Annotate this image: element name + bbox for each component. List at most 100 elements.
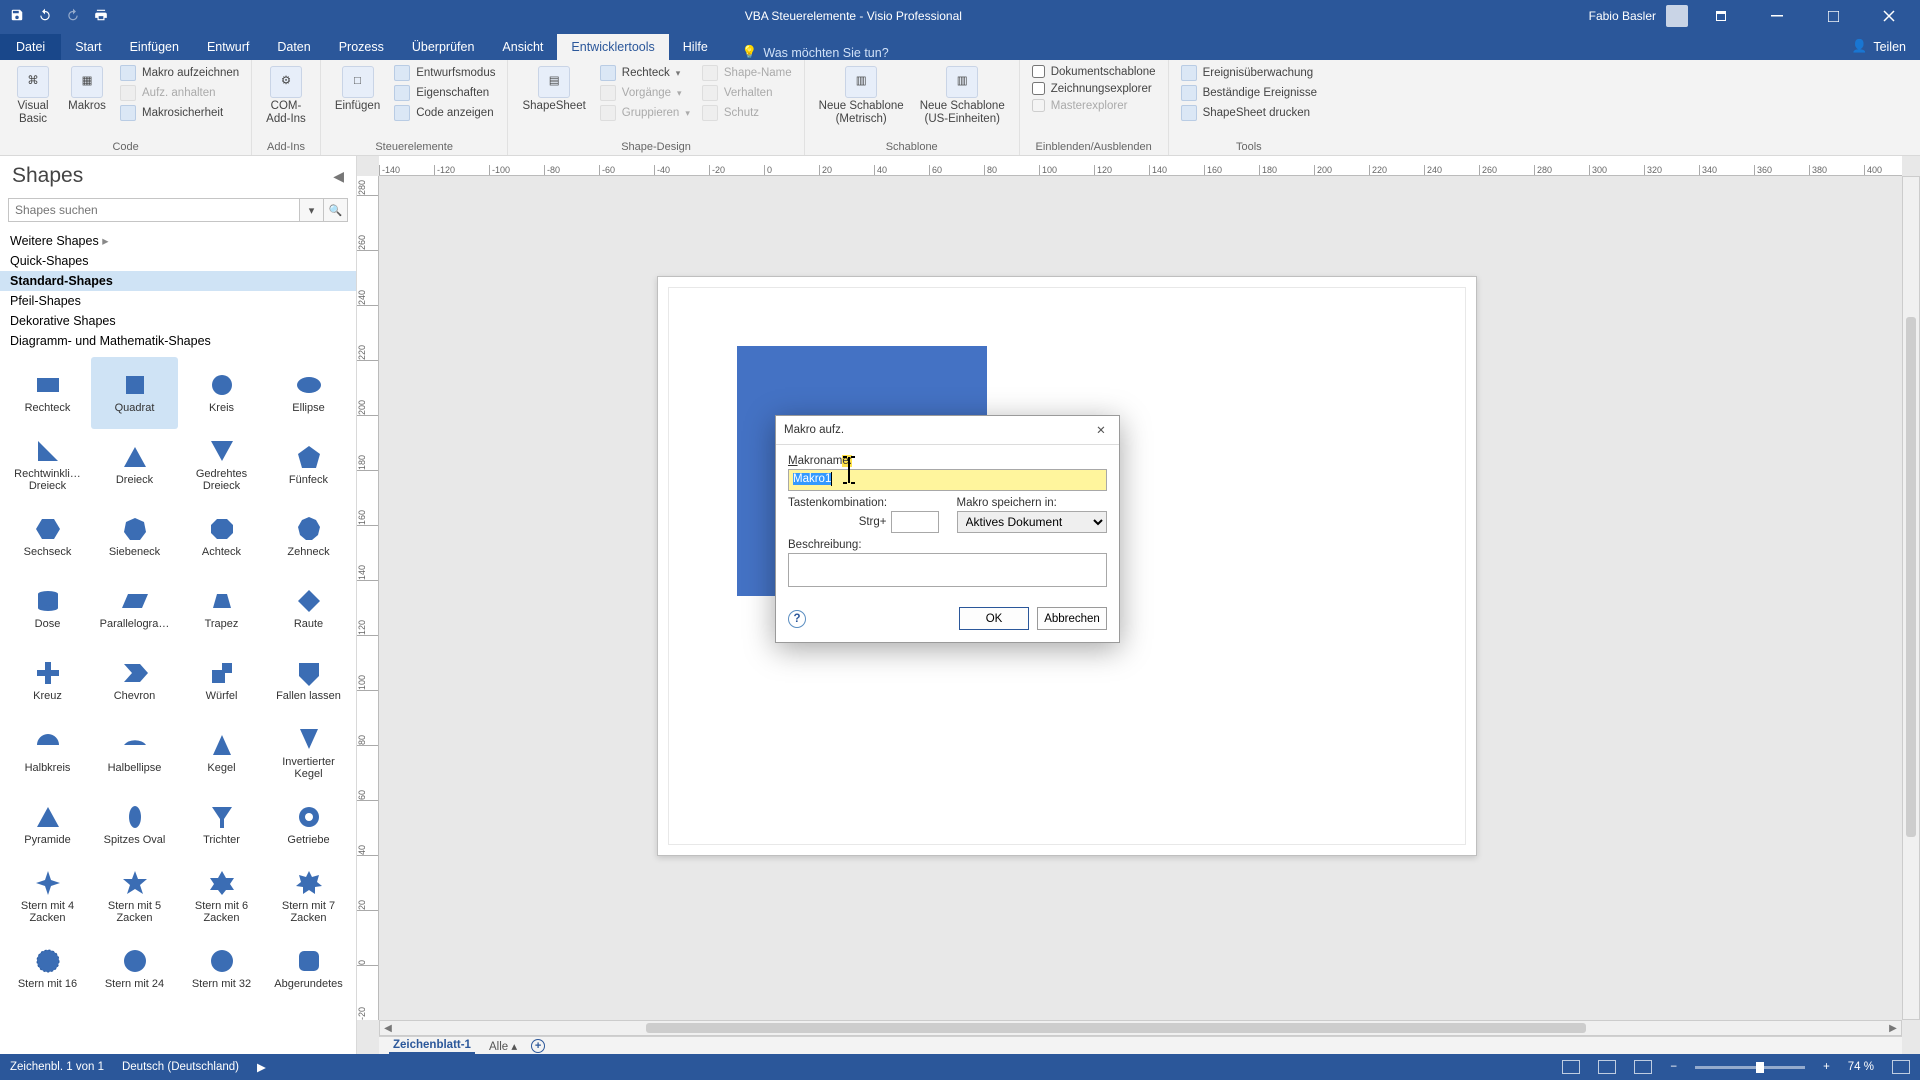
all-pages-button[interactable]: Alle ▴ [489, 1039, 517, 1053]
shape-item[interactable]: Sechseck [4, 501, 91, 573]
insert-control-button[interactable]: □Einfügen [331, 64, 384, 115]
shape-item[interactable]: Rechteck [4, 357, 91, 429]
cancel-button[interactable]: Abbrechen [1037, 607, 1107, 630]
shape-item[interactable]: Stern mit 5 Zacken [91, 861, 178, 933]
language-indicator[interactable]: Deutsch (Deutschland) [122, 1061, 239, 1073]
tab-design[interactable]: Entwurf [193, 34, 263, 60]
zoom-in-icon[interactable]: + [1823, 1061, 1830, 1073]
shape-category[interactable]: Weitere Shapes [0, 230, 356, 251]
shape-item[interactable]: Stern mit 24 [91, 933, 178, 1005]
tab-help[interactable]: Hilfe [669, 34, 722, 60]
add-page-button[interactable]: + [531, 1039, 545, 1053]
save-icon[interactable] [10, 8, 24, 25]
shape-item[interactable]: Rechtwinkli… Dreieck [4, 429, 91, 501]
shape-item[interactable]: Stern mit 32 [178, 933, 265, 1005]
tab-review[interactable]: Überprüfen [398, 34, 489, 60]
drawing-explorer-check[interactable]: Zeichnungsexplorer [1030, 81, 1158, 96]
maximize-icon[interactable] [1810, 0, 1856, 32]
shape-category[interactable]: Dekorative Shapes [0, 311, 356, 331]
dialog-close-icon[interactable]: ✕ [1091, 420, 1111, 440]
tab-insert[interactable]: Einfügen [116, 34, 193, 60]
print-icon[interactable] [94, 8, 108, 25]
new-stencil-us-button[interactable]: ▥Neue Schablone (US-Einheiten) [916, 64, 1009, 128]
macros-button[interactable]: ▦Makros [64, 64, 110, 115]
shape-category[interactable]: Pfeil-Shapes [0, 291, 356, 311]
com-addins-button[interactable]: ⚙COM- Add-Ins [262, 64, 310, 128]
presentation-mode-icon[interactable] [1562, 1060, 1580, 1074]
shape-item[interactable]: Quadrat [91, 357, 178, 429]
tab-process[interactable]: Prozess [325, 34, 398, 60]
shape-item[interactable]: Invertierter Kegel [265, 717, 352, 789]
tab-start[interactable]: Start [61, 34, 115, 60]
help-icon[interactable]: ? [788, 610, 806, 628]
print-shapesheet-button[interactable]: ShapeSheet drucken [1179, 104, 1319, 122]
view-code-button[interactable]: Code anzeigen [392, 104, 497, 122]
design-mode-button[interactable]: Entwurfsmodus [392, 64, 497, 82]
shape-item[interactable]: Halbellipse [91, 717, 178, 789]
fit-page-icon[interactable] [1598, 1060, 1616, 1074]
shape-item[interactable]: Raute [265, 573, 352, 645]
shape-item[interactable]: Dreieck [91, 429, 178, 501]
rectangle-tool-button[interactable]: Rechteck▾ [598, 64, 692, 82]
shape-item[interactable]: Ellipse [265, 357, 352, 429]
scrollbar-vertical[interactable] [1902, 176, 1920, 1020]
shortcut-key-input[interactable] [891, 511, 939, 533]
minimize-icon[interactable] [1754, 0, 1800, 32]
fullscreen-icon[interactable] [1892, 1060, 1910, 1074]
fit-width-icon[interactable] [1634, 1060, 1652, 1074]
macro-record-status-icon[interactable]: ▶ [257, 1060, 266, 1074]
shape-item[interactable]: Trichter [178, 789, 265, 861]
save-in-select[interactable]: Aktives Dokument [957, 511, 1108, 533]
shapesheet-button[interactable]: ▤ShapeSheet [518, 64, 589, 115]
shape-item[interactable]: Trapez [178, 573, 265, 645]
zoom-value[interactable]: 74 % [1848, 1061, 1874, 1073]
shape-item[interactable]: Zehneck [265, 501, 352, 573]
tell-me[interactable]: 💡 Was möchten Sie tun? [742, 45, 889, 60]
shape-item[interactable]: Halbkreis [4, 717, 91, 789]
properties-button[interactable]: Eigenschaften [392, 84, 497, 102]
share-button[interactable]: 👤 Teilen [1838, 33, 1920, 60]
shape-item[interactable]: Kreuz [4, 645, 91, 717]
shape-item[interactable]: Fallen lassen [265, 645, 352, 717]
macro-security-button[interactable]: Makrosicherheit [118, 104, 241, 122]
shape-category[interactable]: Quick-Shapes [0, 251, 356, 271]
shape-item[interactable]: Parallelogra… [91, 573, 178, 645]
zoom-out-icon[interactable]: − [1670, 1061, 1677, 1073]
macro-name-input[interactable]: Makro1 [793, 473, 831, 485]
scrollbar-horizontal[interactable]: ◀▶ [379, 1020, 1902, 1036]
shape-item[interactable]: Spitzes Oval [91, 789, 178, 861]
redo-icon[interactable] [66, 8, 80, 25]
description-input[interactable] [788, 553, 1107, 587]
tab-file[interactable]: Datei [0, 34, 61, 60]
user-name[interactable]: Fabio Basler [1589, 9, 1656, 23]
shape-item[interactable]: Chevron [91, 645, 178, 717]
persistent-events-button[interactable]: Beständige Ereignisse [1179, 84, 1319, 102]
shapes-search-input[interactable] [8, 198, 300, 222]
page-indicator[interactable]: Zeichenbl. 1 von 1 [10, 1061, 104, 1073]
shape-item[interactable]: Würfel [178, 645, 265, 717]
visual-basic-button[interactable]: ⌘Visual Basic [10, 64, 56, 128]
shape-item[interactable]: Stern mit 16 [4, 933, 91, 1005]
doc-stencil-check[interactable]: Dokumentschablone [1030, 64, 1158, 79]
shape-item[interactable]: Fünfeck [265, 429, 352, 501]
search-go-icon[interactable]: 🔍 [324, 198, 348, 222]
shape-item[interactable]: Siebeneck [91, 501, 178, 573]
ok-button[interactable]: OK [959, 607, 1029, 630]
new-stencil-metric-button[interactable]: ▥Neue Schablone (Metrisch) [815, 64, 908, 128]
shape-item[interactable]: Kegel [178, 717, 265, 789]
shape-category[interactable]: Standard-Shapes [0, 271, 356, 291]
shape-item[interactable]: Stern mit 7 Zacken [265, 861, 352, 933]
zoom-slider[interactable] [1695, 1066, 1805, 1069]
ribbon-options-icon[interactable] [1698, 0, 1744, 32]
shape-item[interactable]: Abgerundetes [265, 933, 352, 1005]
search-dropdown-icon[interactable]: ▾ [300, 198, 324, 222]
shape-item[interactable]: Dose [4, 573, 91, 645]
shape-item[interactable]: Pyramide [4, 789, 91, 861]
shape-item[interactable]: Getriebe [265, 789, 352, 861]
event-monitor-button[interactable]: Ereignisüberwachung [1179, 64, 1319, 82]
shape-item[interactable]: Gedrehtes Dreieck [178, 429, 265, 501]
tab-view[interactable]: Ansicht [488, 34, 557, 60]
undo-icon[interactable] [38, 8, 52, 25]
shape-item[interactable]: Achteck [178, 501, 265, 573]
shape-item[interactable]: Stern mit 6 Zacken [178, 861, 265, 933]
